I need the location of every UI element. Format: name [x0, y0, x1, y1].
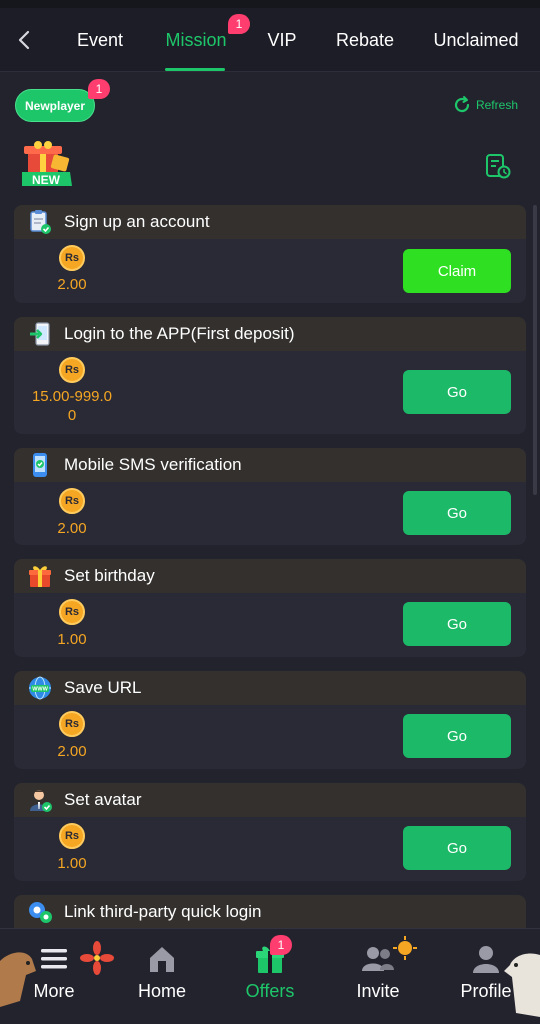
task-header: Set birthday	[14, 559, 526, 593]
app-login-icon	[26, 320, 54, 348]
clipboard-check-icon	[26, 208, 54, 236]
reward-amount: 1.00	[57, 855, 87, 872]
gift-icon	[26, 562, 54, 590]
tab-mission[interactable]: Mission	[158, 8, 234, 72]
rupee-coin-icon: Rs	[59, 823, 85, 849]
status-strip	[0, 0, 540, 8]
rupee-coin-icon: Rs	[59, 357, 85, 383]
task-title: Link third-party quick login	[64, 902, 262, 921]
newplayer-badge: 1	[88, 79, 110, 99]
task-card-first-deposit: Login to the APP(First deposit) Rs 15.00…	[14, 317, 526, 434]
reward-amount-continued: 0	[67, 407, 77, 424]
chevron-left-icon	[18, 30, 30, 50]
task-card-avatar: Set avatar Rs 1.00 Go	[14, 783, 526, 881]
menu-icon	[36, 941, 72, 977]
task-header: Link third-party quick login	[14, 895, 526, 929]
rupee-coin-icon: Rs	[59, 711, 85, 737]
bottom-nav: More Home Offers 1 Invite Profile	[0, 928, 540, 1024]
task-card-save-url: WWW Save URL Rs 2.00 Go	[14, 671, 526, 769]
task-title: Set birthday	[64, 566, 155, 585]
task-header: Login to the APP(First deposit)	[14, 317, 526, 351]
scrollbar[interactable]	[533, 205, 537, 495]
profile-icon	[468, 941, 504, 977]
newplayer-filter-button[interactable]: Newplayer	[15, 89, 95, 122]
refresh-button[interactable]: Refresh	[452, 95, 518, 115]
mobile-sms-icon	[26, 451, 54, 479]
reward-amount: 2.00	[57, 743, 87, 760]
task-title: Set avatar	[64, 790, 142, 809]
go-button[interactable]: Go	[403, 370, 511, 414]
svg-text:WWW: WWW	[32, 687, 48, 693]
task-title: Sign up an account	[64, 212, 210, 231]
task-card-birthday: Set birthday Rs 1.00 Go	[14, 559, 526, 657]
task-title: Login to the APP(First deposit)	[64, 324, 295, 343]
active-tab-indicator	[165, 68, 225, 71]
rupee-coin-icon: Rs	[59, 488, 85, 514]
back-button[interactable]	[10, 24, 38, 56]
rupee-coin-icon: Rs	[59, 245, 85, 271]
go-button[interactable]: Go	[403, 714, 511, 758]
decorative-animal-right-icon	[504, 953, 540, 1017]
new-gift-icon: NEW	[18, 140, 76, 192]
tab-rebate[interactable]: Rebate	[330, 8, 400, 72]
records-icon[interactable]	[484, 152, 512, 180]
decorative-sun-icon	[393, 936, 417, 960]
task-card-sign-up: Sign up an account Rs 2.00 Claim	[14, 205, 526, 303]
task-card-mobile-sms: Mobile SMS verification Rs 2.00 Go	[14, 448, 526, 545]
reward-amount: 1.00	[57, 631, 87, 648]
reward-amount: 15.00-999.0	[31, 388, 113, 405]
task-header: Sign up an account	[14, 205, 526, 239]
task-header: Set avatar	[14, 783, 526, 817]
third-party-link-icon	[26, 898, 54, 926]
mission-badge: 1	[228, 14, 250, 34]
offers-badge: 1	[270, 935, 292, 955]
nav-label: Offers	[245, 981, 295, 1001]
go-button[interactable]: Go	[403, 602, 511, 646]
task-title: Mobile SMS verification	[64, 455, 242, 474]
tab-unclaimed[interactable]: Unclaimed	[428, 8, 524, 72]
nav-label: More	[33, 981, 75, 1001]
tab-vip[interactable]: VIP	[260, 8, 304, 72]
mission-screen: Event Mission 1 VIP Rebate Unclaimed New…	[0, 0, 540, 1024]
refresh-icon	[454, 96, 470, 113]
tab-bar: Event Mission 1 VIP Rebate Unclaimed	[0, 8, 540, 72]
task-title: Save URL	[64, 678, 142, 697]
nav-label: Invite	[356, 981, 400, 1001]
claim-button[interactable]: Claim	[403, 249, 511, 293]
nav-more[interactable]: More	[9, 941, 99, 1002]
reward-amount: 2.00	[57, 520, 87, 537]
task-header: WWW Save URL	[14, 671, 526, 705]
users-icon	[360, 941, 396, 977]
tab-event[interactable]: Event	[70, 8, 130, 72]
nav-label: Home	[137, 981, 186, 1001]
go-button[interactable]: Go	[403, 491, 511, 535]
rupee-coin-icon: Rs	[59, 599, 85, 625]
home-icon	[144, 941, 180, 977]
new-icon-text: NEW	[32, 173, 61, 187]
nav-home[interactable]: Home	[117, 941, 207, 1002]
www-globe-icon: WWW	[26, 674, 54, 702]
avatar-icon	[26, 786, 54, 814]
go-button[interactable]: Go	[403, 826, 511, 870]
task-header: Mobile SMS verification	[14, 448, 526, 482]
reward-amount: 2.00	[57, 276, 87, 293]
